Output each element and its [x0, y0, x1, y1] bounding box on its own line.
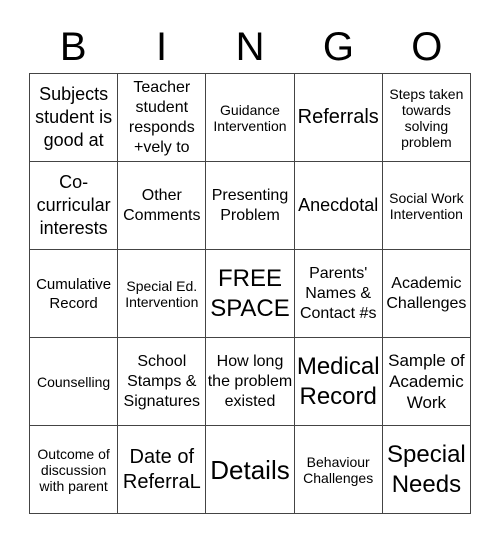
bingo-cell[interactable]: Cumulative Record: [30, 250, 119, 338]
header-letter-o: O: [411, 25, 443, 69]
bingo-cell[interactable]: Referrals: [294, 74, 383, 162]
header-letter-b: B: [59, 25, 87, 69]
bingo-cell[interactable]: Date of ReferraL: [118, 426, 207, 514]
bingo-cell[interactable]: Steps taken towards solving problem: [382, 74, 471, 162]
bingo-cell[interactable]: Behaviour Challenges: [294, 426, 383, 514]
bingo-header: B I N G O: [29, 22, 471, 72]
bingo-cell[interactable]: Special Ed. Intervention: [118, 250, 207, 338]
bingo-cell[interactable]: Other Comments: [118, 162, 207, 250]
bingo-cell[interactable]: Social Work Intervention: [382, 162, 471, 250]
header-letter-i: I: [156, 25, 168, 69]
bingo-cell[interactable]: Co-curricular interests: [30, 162, 119, 250]
bingo-cell[interactable]: Parents' Names & Contact #s: [294, 250, 383, 338]
bingo-cell[interactable]: Counselling: [30, 338, 119, 426]
bingo-cell[interactable]: Anecdotal: [294, 162, 383, 250]
bingo-cell[interactable]: Academic Challenges: [382, 250, 471, 338]
header-letter-g: G: [322, 25, 354, 69]
bingo-card: Subjects student is good at Teacher stud…: [29, 73, 471, 514]
bingo-cell[interactable]: Guidance Intervention: [206, 74, 295, 162]
bingo-cell[interactable]: Outcome of discussion with parent: [30, 426, 119, 514]
bingo-cell[interactable]: Presenting Problem: [206, 162, 295, 250]
bingo-cell[interactable]: Teacher student responds +vely to: [118, 74, 207, 162]
header-letter-n: N: [235, 25, 265, 69]
free-space-cell[interactable]: FREE SPACE: [206, 250, 295, 338]
bingo-cell[interactable]: Medical Record: [294, 338, 383, 426]
bingo-cell[interactable]: Subjects student is good at: [30, 74, 119, 162]
bingo-cell[interactable]: Sample of Academic Work: [382, 338, 471, 426]
bingo-cell[interactable]: Details: [206, 426, 295, 514]
bingo-cell[interactable]: How long the problem existed: [206, 338, 295, 426]
bingo-cell[interactable]: School Stamps & Signatures: [118, 338, 207, 426]
bingo-cell[interactable]: Special Needs: [382, 426, 471, 514]
